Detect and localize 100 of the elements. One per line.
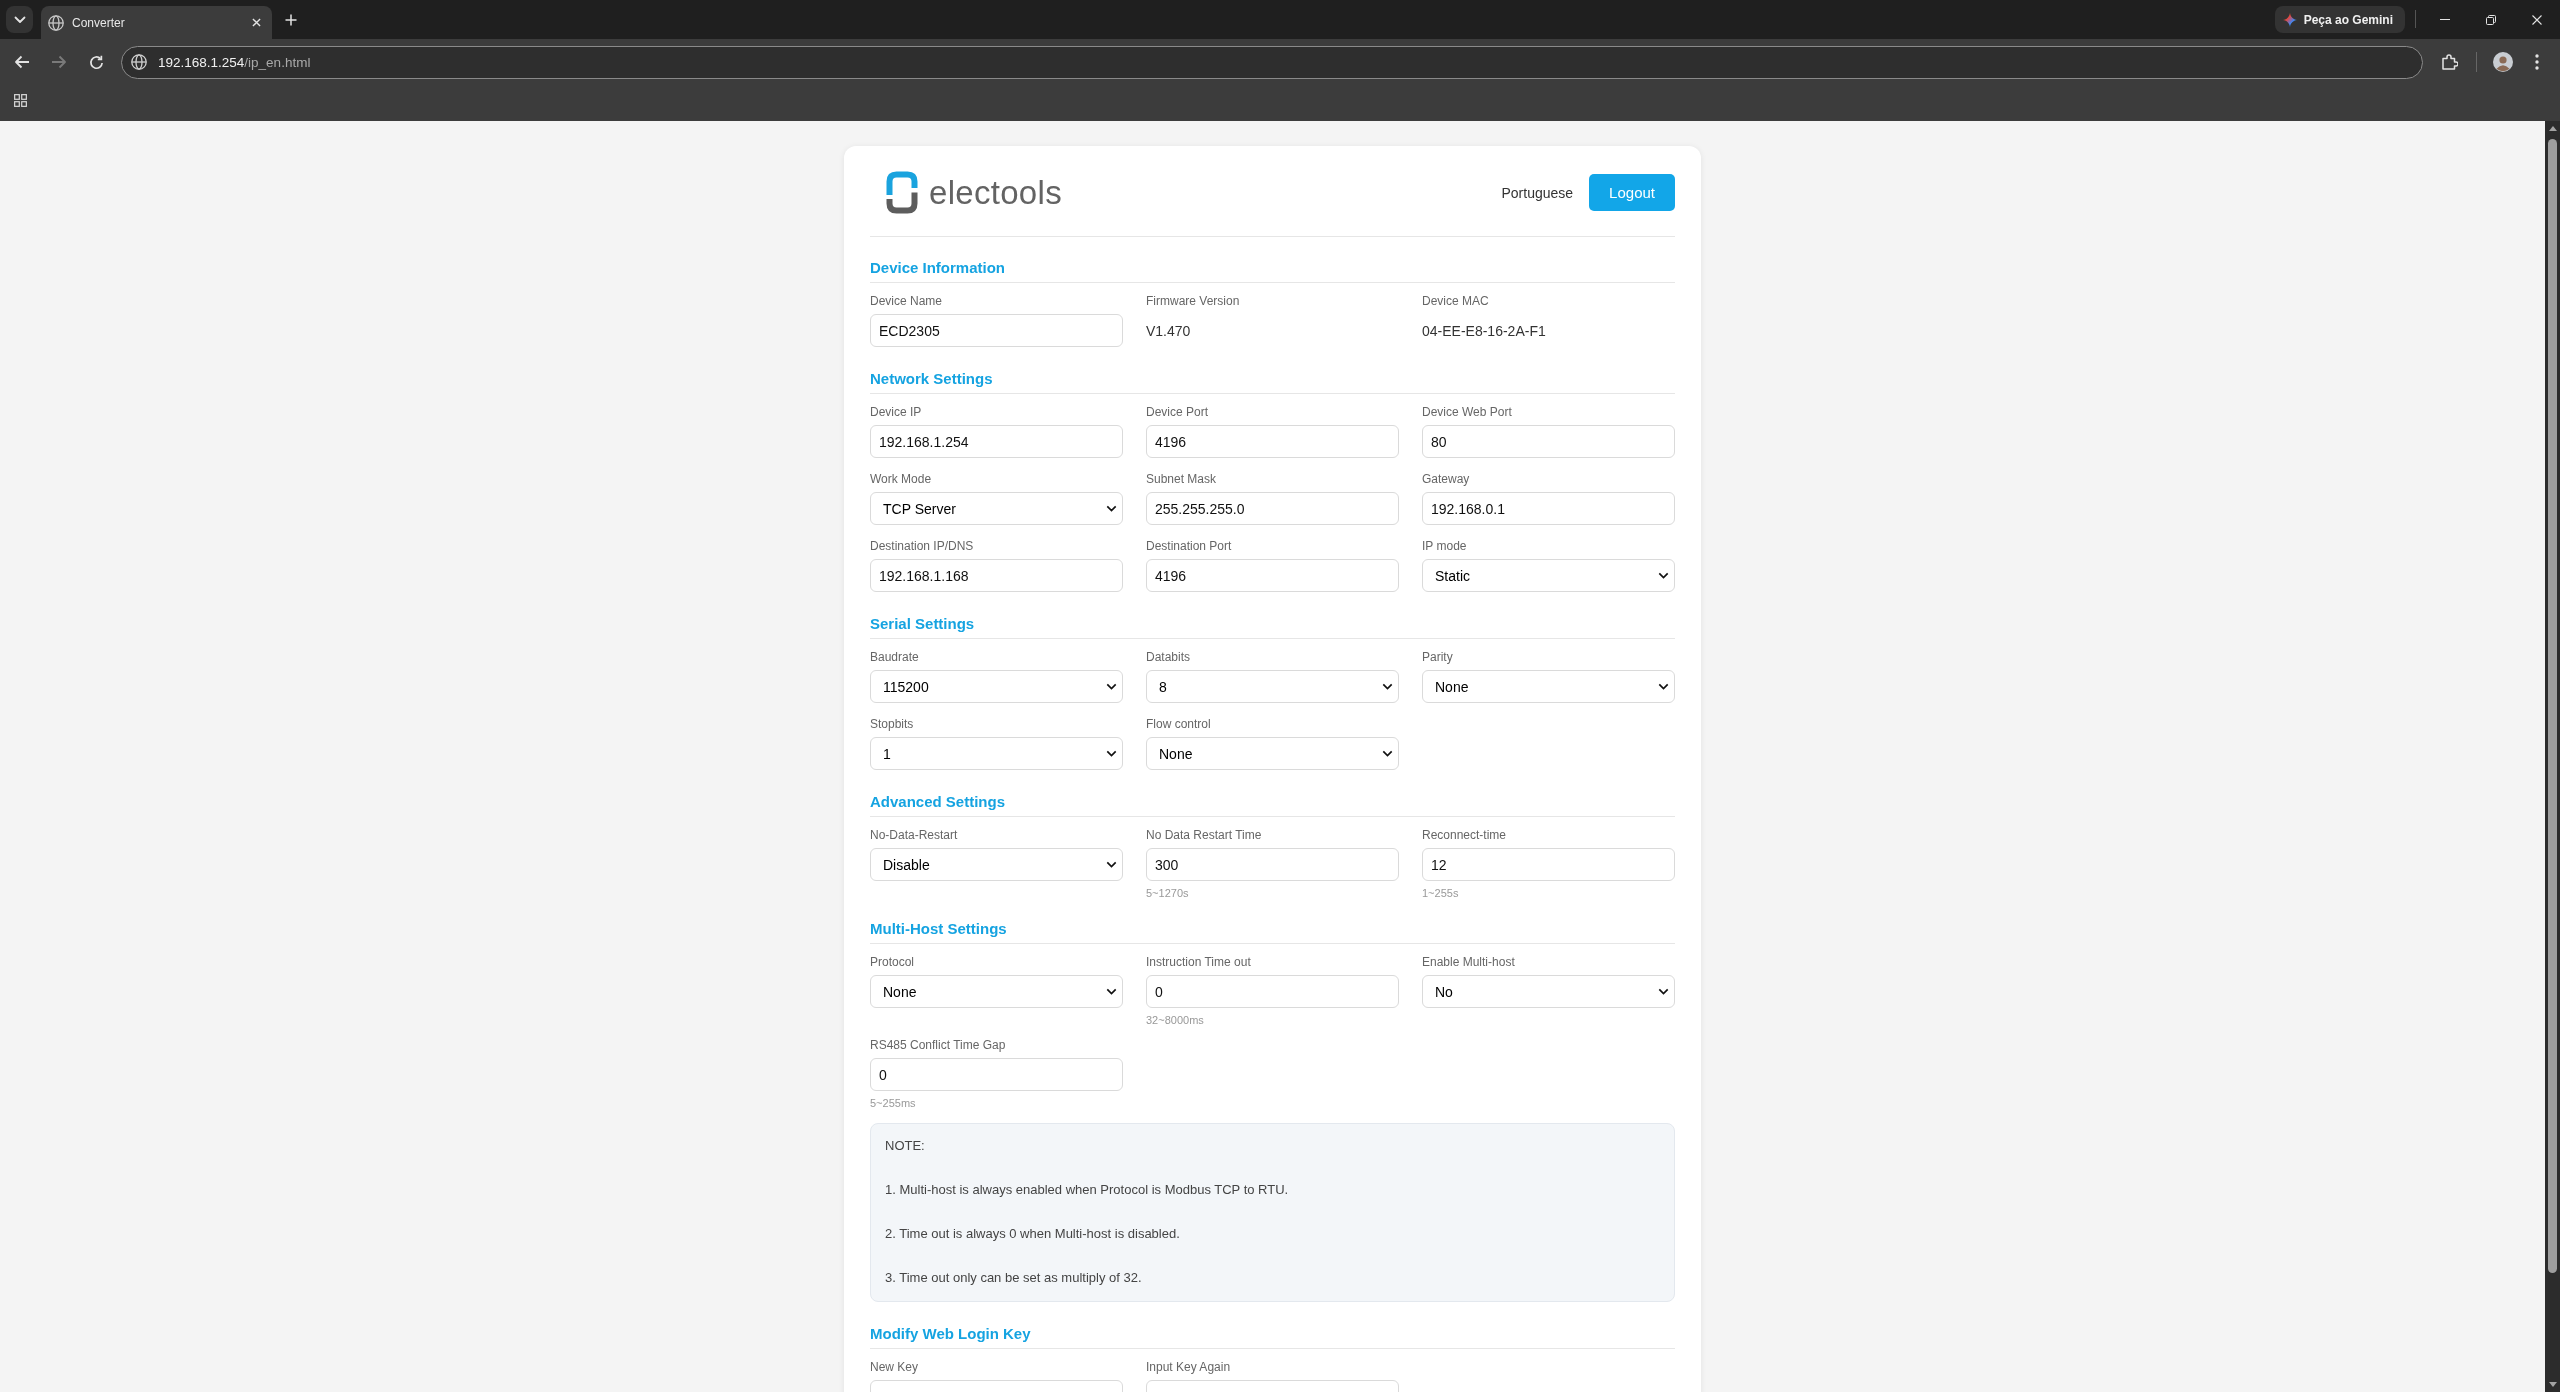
logo-icon	[886, 171, 918, 214]
text-input[interactable]: 4196	[1146, 559, 1399, 592]
chevron-down-icon	[1658, 572, 1669, 579]
chevron-down-icon	[1106, 861, 1117, 868]
text-input[interactable]: 80	[1422, 425, 1675, 458]
field-label: No Data Restart Time	[1146, 828, 1262, 843]
close-icon	[251, 18, 261, 27]
field-label: Parity	[1422, 650, 1453, 665]
globe-icon	[47, 14, 64, 31]
globe-icon	[131, 54, 147, 70]
chevron-down-icon	[1106, 988, 1117, 995]
text-input[interactable]: 4196	[1146, 425, 1399, 458]
field-label: Baudrate	[870, 650, 919, 665]
section-title: Modify Web Login Key	[870, 1325, 1031, 1343]
close-icon	[2532, 14, 2542, 25]
minimize-icon	[2440, 19, 2450, 20]
puzzle-icon	[2442, 54, 2458, 70]
hint-text: 1~255s	[1422, 887, 1459, 899]
dropdown[interactable]: None	[1146, 737, 1399, 770]
dropdown[interactable]: None	[870, 975, 1123, 1008]
sparkle-icon	[2282, 12, 2297, 27]
field-label: Input Key Again	[1146, 1360, 1231, 1375]
logo-text: electools	[929, 173, 1062, 213]
field-label: Device IP	[870, 405, 922, 420]
restore-icon	[2486, 14, 2496, 25]
hint-text: 5~1270s	[1146, 887, 1189, 899]
language-link[interactable]: Portuguese	[1501, 184, 1574, 201]
field-label: New Key	[870, 1360, 919, 1375]
field-label: Work Mode	[870, 472, 932, 487]
dropdown[interactable]: 1	[870, 737, 1123, 770]
hint-text: 5~255ms	[870, 1097, 916, 1109]
field-label: Flow control	[1146, 717, 1211, 732]
dropdown[interactable]: 8	[1146, 670, 1399, 703]
field-label: Device Name	[870, 294, 943, 309]
field-value: 04-EE-E8-16-2A-F1	[1422, 322, 1546, 339]
field-label: Subnet Mask	[1146, 472, 1217, 487]
note-text: 3. Time out only can be set as multiply of 32.	[885, 1269, 1142, 1287]
text-input[interactable]: 0	[870, 1058, 1123, 1091]
plus-icon	[285, 14, 297, 26]
field-label: No-Data-Restart	[870, 828, 958, 843]
field-label: Enable Multi-host	[1422, 955, 1515, 970]
dropdown[interactable]: None	[1422, 670, 1675, 703]
field-label: Reconnect-time	[1422, 828, 1507, 843]
chevron-down-icon	[1382, 683, 1393, 690]
field-label: Destination IP/DNS	[870, 539, 974, 554]
hint-text: 32~8000ms	[1146, 1014, 1204, 1026]
chevron-down-icon	[1658, 683, 1669, 690]
arrow-right-icon	[51, 54, 67, 70]
chevron-down-icon	[13, 15, 26, 24]
gemini-button[interactable]: Peça ao Gemini	[2274, 6, 2405, 33]
note-text: 2. Time out is always 0 when Multi-host is disabled.	[885, 1225, 1180, 1243]
section-title: Multi-Host Settings	[870, 920, 1007, 938]
field-label: RS485 Conflict Time Gap	[870, 1038, 1006, 1053]
dropdown[interactable]: Static	[1422, 559, 1675, 592]
text-input[interactable]: 192.168.1.168	[870, 559, 1123, 592]
dropdown[interactable]: TCP Server	[870, 492, 1123, 525]
grid-icon	[13, 93, 27, 107]
text-input[interactable]: ECD2305	[870, 314, 1123, 347]
field-label: Stopbits	[870, 717, 914, 732]
text-input[interactable]: 300	[1146, 848, 1399, 881]
avatar-icon	[2493, 52, 2513, 72]
note-title: NOTE:	[885, 1137, 925, 1155]
text-input[interactable]: 0	[1146, 975, 1399, 1008]
section-title: Advanced Settings	[870, 793, 1006, 811]
triangle-down-icon[interactable]	[2548, 1382, 2557, 1387]
text-input[interactable]: 255.255.255.0	[1146, 492, 1399, 525]
field-label: Protocol	[870, 955, 915, 970]
note-text: 1. Multi-host is always enabled when Protocol is Modbus TCP to RTU.	[885, 1181, 1289, 1199]
field-label: Device MAC	[1422, 294, 1489, 309]
address-bar[interactable]: 192.168.1.254/ip_en.html	[121, 45, 2423, 79]
section-title: Device Information	[870, 259, 1006, 277]
chevron-down-icon	[1658, 988, 1669, 995]
field-label: Databits	[1146, 650, 1191, 665]
dropdown[interactable]: Disable	[870, 848, 1123, 881]
triangle-up-icon[interactable]	[2548, 126, 2557, 131]
field-label: Gateway	[1422, 472, 1470, 487]
section-title: Serial Settings	[870, 615, 975, 633]
field-label: Device Port	[1146, 405, 1209, 420]
arrow-left-icon	[14, 54, 30, 70]
field-label: Firmware Version	[1146, 294, 1240, 309]
chevron-down-icon	[1106, 505, 1117, 512]
section-title: Network Settings	[870, 370, 993, 388]
tab-list-button[interactable]	[6, 6, 33, 33]
reload-icon	[88, 54, 104, 70]
chevron-down-icon	[1106, 683, 1117, 690]
menu-icon	[2535, 54, 2539, 70]
field-label: IP mode	[1422, 539, 1467, 554]
text-input[interactable]: 192.168.1.254	[870, 425, 1123, 458]
field-value: V1.470	[1146, 322, 1191, 339]
browser-tab[interactable]: Converter	[41, 6, 272, 39]
field-label: Device Web Port	[1422, 405, 1512, 420]
dropdown[interactable]: No	[1422, 975, 1675, 1008]
dropdown[interactable]: 115200	[870, 670, 1123, 703]
chevron-down-icon	[1106, 750, 1117, 757]
text-input[interactable]: 12	[1422, 848, 1675, 881]
field-label: Destination Port	[1146, 539, 1232, 554]
scrollbar[interactable]	[2545, 121, 2560, 1392]
scrollbar-thumb[interactable]	[2548, 139, 2557, 1273]
chevron-down-icon	[1382, 750, 1393, 757]
text-input[interactable]: 192.168.0.1	[1422, 492, 1675, 525]
